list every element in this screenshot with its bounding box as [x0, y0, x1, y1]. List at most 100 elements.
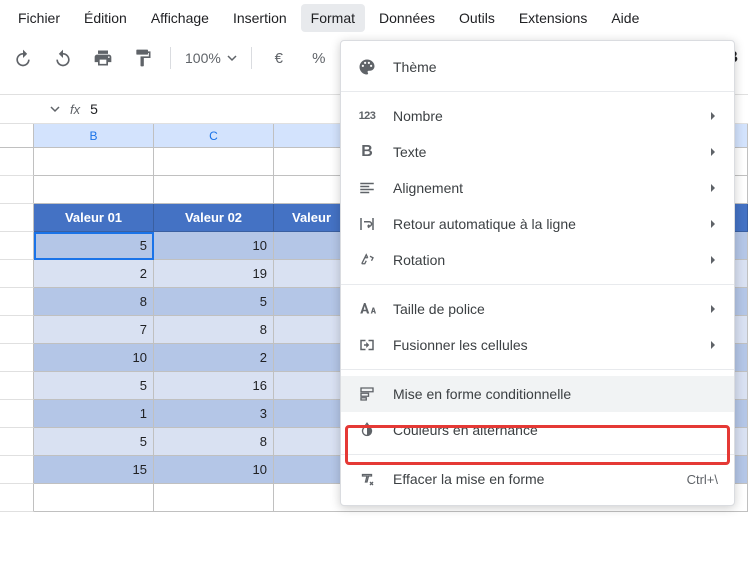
- cell[interactable]: 8: [154, 428, 274, 456]
- row-header[interactable]: [0, 456, 34, 484]
- cell[interactable]: 5: [34, 372, 154, 400]
- row-header[interactable]: [0, 372, 34, 400]
- cell[interactable]: 16: [154, 372, 274, 400]
- separator: [170, 47, 171, 69]
- chevron-right-icon: [708, 147, 718, 157]
- undo-button[interactable]: [10, 45, 36, 71]
- currency-button[interactable]: €: [266, 45, 292, 71]
- menu-conditional-formatting[interactable]: Mise en forme conditionnelle: [341, 376, 734, 412]
- menu-affichage[interactable]: Affichage: [141, 4, 219, 32]
- select-all-corner[interactable]: [0, 124, 34, 148]
- row-header[interactable]: [0, 484, 34, 512]
- row-header[interactable]: [0, 176, 34, 204]
- row-header[interactable]: [0, 400, 34, 428]
- zoom-dropdown[interactable]: 100%: [185, 50, 237, 66]
- fontsize-icon: [357, 299, 377, 319]
- cell[interactable]: 8: [154, 316, 274, 344]
- table-header[interactable]: Valeur 02: [154, 204, 274, 232]
- droplet-icon: [357, 420, 377, 440]
- bold-icon: B: [357, 142, 377, 162]
- cell[interactable]: 8: [34, 288, 154, 316]
- menu-fontsize[interactable]: Taille de police: [341, 291, 734, 327]
- row-header[interactable]: [0, 232, 34, 260]
- fx-label: fx: [70, 102, 80, 117]
- menu-clear-formatting[interactable]: Effacer la mise en forme Ctrl+\: [341, 461, 734, 497]
- menu-wrap[interactable]: Retour automatique à la ligne: [341, 206, 734, 242]
- cell[interactable]: [154, 484, 274, 512]
- menu-label: Fusionner les cellules: [393, 337, 692, 353]
- chevron-right-icon: [708, 340, 718, 350]
- merge-icon: [357, 335, 377, 355]
- menu-merge[interactable]: Fusionner les cellules: [341, 327, 734, 363]
- menu-alignment[interactable]: Alignement: [341, 170, 734, 206]
- row-header[interactable]: [0, 148, 34, 176]
- wrap-icon: [357, 214, 377, 234]
- paint-format-button[interactable]: [130, 45, 156, 71]
- menu-text[interactable]: B Texte: [341, 134, 734, 170]
- menu-outils[interactable]: Outils: [449, 4, 505, 32]
- cell[interactable]: 2: [34, 260, 154, 288]
- menu-number[interactable]: 123 Nombre: [341, 98, 734, 134]
- cell[interactable]: 2: [154, 344, 274, 372]
- cell[interactable]: [34, 484, 154, 512]
- menu-aide[interactable]: Aide: [601, 4, 649, 32]
- menu-rotation[interactable]: Rotation: [341, 242, 734, 278]
- separator: [251, 47, 252, 69]
- percent-button[interactable]: %: [306, 45, 332, 71]
- print-button[interactable]: [90, 45, 116, 71]
- separator: [341, 91, 734, 92]
- clear-format-icon: [357, 469, 377, 489]
- chevron-right-icon: [708, 219, 718, 229]
- cell[interactable]: 3: [154, 400, 274, 428]
- col-header-b[interactable]: B: [34, 124, 154, 148]
- cell[interactable]: 5: [34, 428, 154, 456]
- table-header[interactable]: Valeur 01: [34, 204, 154, 232]
- cell[interactable]: 7: [34, 316, 154, 344]
- menu-label: Effacer la mise en forme: [393, 471, 671, 487]
- menu-edition[interactable]: Édition: [74, 4, 137, 32]
- cell[interactable]: 5: [34, 232, 154, 260]
- theme-icon: [357, 57, 377, 77]
- row-header[interactable]: [0, 288, 34, 316]
- row-header[interactable]: [0, 204, 34, 232]
- col-header-c[interactable]: C: [154, 124, 274, 148]
- chevron-right-icon: [708, 255, 718, 265]
- menubar: Fichier Édition Affichage Insertion Form…: [0, 0, 748, 36]
- menu-donnees[interactable]: Données: [369, 4, 445, 32]
- format-dropdown: Thème 123 Nombre B Texte Alignement Reto…: [340, 40, 735, 506]
- menu-alternating-colors[interactable]: Couleurs en alternance: [341, 412, 734, 448]
- cell[interactable]: 15: [34, 456, 154, 484]
- cell[interactable]: 10: [154, 456, 274, 484]
- menu-format[interactable]: Format: [301, 4, 365, 32]
- menu-label: Thème: [393, 59, 718, 75]
- cell[interactable]: 10: [154, 232, 274, 260]
- cell[interactable]: [154, 176, 274, 204]
- row-header[interactable]: [0, 260, 34, 288]
- menu-fichier[interactable]: Fichier: [8, 4, 70, 32]
- redo-button[interactable]: [50, 45, 76, 71]
- row-header[interactable]: [0, 344, 34, 372]
- cell[interactable]: 1: [34, 400, 154, 428]
- formula-input[interactable]: 5: [90, 101, 98, 117]
- cell[interactable]: 19: [154, 260, 274, 288]
- name-box[interactable]: [10, 104, 60, 114]
- row-header[interactable]: [0, 316, 34, 344]
- menu-label: Retour automatique à la ligne: [393, 216, 692, 232]
- separator: [341, 369, 734, 370]
- cell[interactable]: [34, 176, 154, 204]
- menu-label: Texte: [393, 144, 692, 160]
- cell[interactable]: 5: [154, 288, 274, 316]
- cell[interactable]: [34, 148, 154, 176]
- shortcut: Ctrl+\: [687, 472, 718, 487]
- separator: [341, 454, 734, 455]
- cell[interactable]: 10: [34, 344, 154, 372]
- row-header[interactable]: [0, 428, 34, 456]
- menu-label: Couleurs en alternance: [393, 422, 718, 438]
- chevron-right-icon: [708, 304, 718, 314]
- menu-insertion[interactable]: Insertion: [223, 4, 297, 32]
- menu-extensions[interactable]: Extensions: [509, 4, 597, 32]
- menu-label: Alignement: [393, 180, 692, 196]
- cell[interactable]: [154, 148, 274, 176]
- separator: [341, 284, 734, 285]
- menu-theme[interactable]: Thème: [341, 49, 734, 85]
